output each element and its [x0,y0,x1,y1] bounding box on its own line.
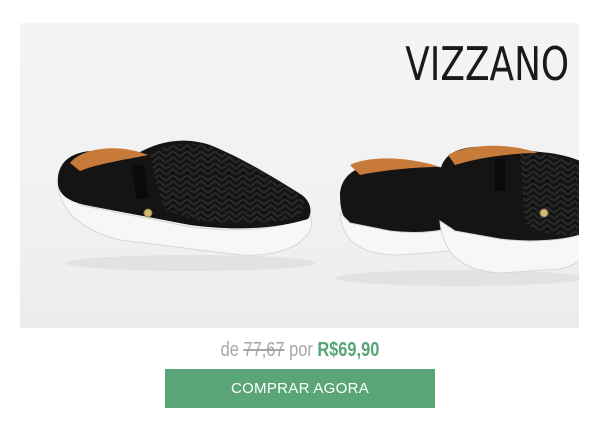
product-banner[interactable]: VIZZANO [20,23,579,328]
old-price: 77,67 [243,339,285,361]
buy-now-button[interactable]: COMPRAR AGORA [165,369,435,408]
price-connector: por [289,339,313,361]
product-image-shoe-back [335,145,579,286]
brand-logo: VIZZANO [405,37,569,91]
price-prefix: de [220,339,239,361]
product-image-shoe-side [57,140,315,271]
price-line: de 77,67 por R$69,90 [54,339,546,362]
new-price: R$69,90 [317,339,380,361]
